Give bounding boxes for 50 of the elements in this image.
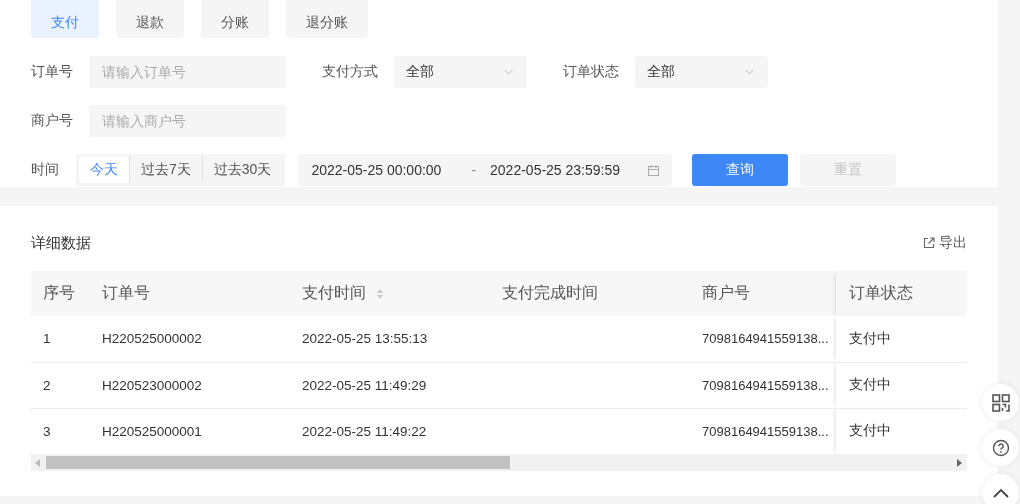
export-link[interactable]: 导出 [923, 234, 967, 252]
table-cell: 1 [43, 331, 51, 347]
column-header: 订单号 [90, 271, 290, 316]
calendar-icon [648, 164, 660, 176]
column-header: 商户号 [690, 271, 836, 316]
dropdown[interactable]: 全部 [394, 56, 527, 88]
chevron-down-icon [745, 69, 754, 75]
column-header: 序号 [31, 271, 90, 316]
table-cell: 支付中 [849, 377, 891, 392]
table-cell: 2 [43, 377, 51, 393]
section-title: 详细数据 [31, 233, 91, 253]
tab[interactable]: 分账 [201, 0, 269, 38]
table-cell: 2022-05-25 11:49:22 [302, 423, 427, 439]
table-cell: H220525000001 [102, 423, 202, 439]
chevron-down-icon [504, 69, 513, 75]
column-header[interactable]: 支付时间 [290, 271, 490, 316]
back-to-top-button[interactable] [982, 474, 1019, 504]
input-field[interactable]: 请输入商户号 [89, 105, 286, 137]
table-cell: 3 [43, 423, 51, 439]
scroll-right-icon[interactable] [957, 458, 963, 467]
qr-code-icon [991, 393, 1010, 412]
chevron-up-icon [991, 486, 1010, 499]
field-label: 商户号 [31, 112, 74, 130]
table-cell: 2022-05-25 13:55:13 [302, 331, 428, 347]
field-label: 订单号 [31, 63, 74, 81]
field-label: 时间 [31, 161, 60, 179]
export-icon [923, 237, 935, 249]
range-preset[interactable]: 今天 [79, 157, 129, 183]
field-label: 支付方式 [322, 63, 379, 81]
horizontal-scrollbar[interactable] [31, 454, 967, 471]
input-field[interactable]: 请输入订单号 [89, 56, 286, 88]
range-preset[interactable]: 过去30天 [201, 157, 283, 183]
table-cell: H220523000002 [102, 377, 202, 393]
help-icon [991, 438, 1010, 457]
range-preset[interactable]: 过去7天 [129, 157, 202, 183]
tab[interactable]: 退分账 [286, 0, 368, 38]
table-cell: 2022-05-25 11:49:29 [302, 377, 427, 393]
table-cell: 7098164941559138... [702, 423, 829, 439]
query-button[interactable]: 查询 [692, 154, 789, 186]
table-cell: H220525000002 [102, 331, 202, 347]
table-cell: 7098164941559138... [702, 377, 829, 393]
tab[interactable]: 退款 [116, 0, 184, 38]
table-cell: 支付中 [849, 330, 891, 346]
table-cell: 支付中 [849, 423, 891, 439]
date-range-field[interactable]: 2022-05-25 00:00:00 - 2022-05-25 23:59:59 [298, 154, 673, 186]
table-cell: 7098164941559138... [702, 331, 829, 347]
dropdown[interactable]: 全部 [635, 56, 768, 88]
field-label: 订单状态 [563, 63, 620, 81]
column-header: 支付完成时间 [490, 271, 690, 316]
column-header: 订单状态 [836, 271, 967, 316]
